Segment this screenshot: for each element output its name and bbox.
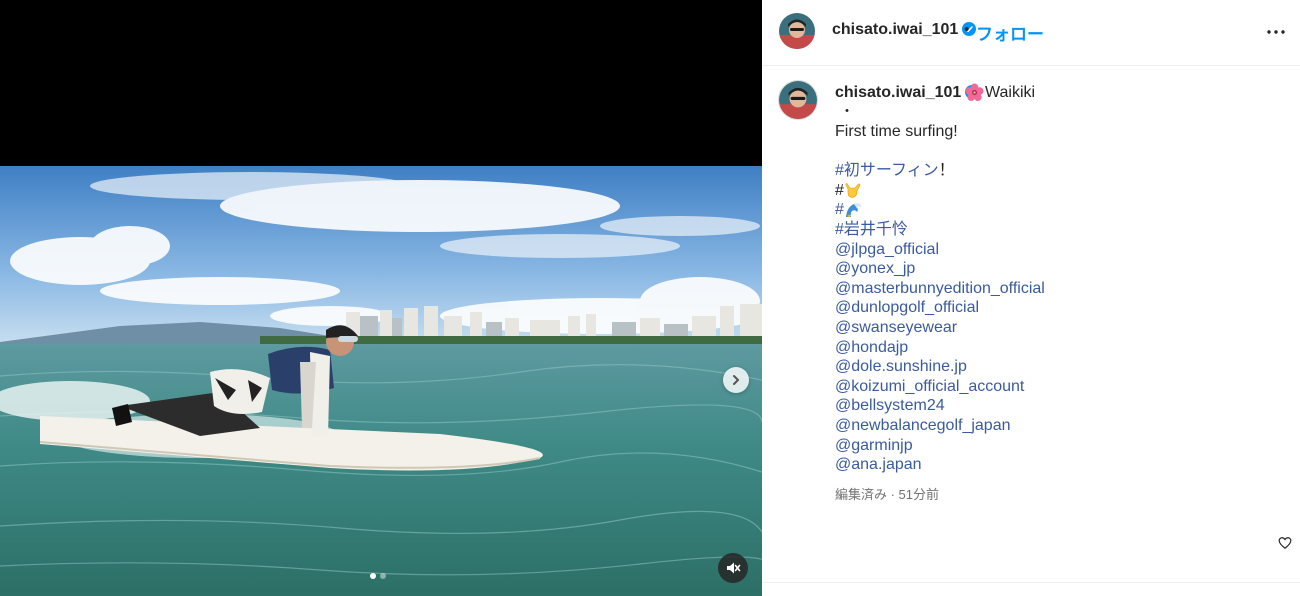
post-side-panel: chisato.iwai_101 • フォロー chisato.iwai_101… <box>762 0 1300 596</box>
like-button[interactable] <box>1278 536 1292 555</box>
separator-dot: • <box>964 21 970 38</box>
mention-link[interactable]: @koizumi_official_account <box>835 377 1275 397</box>
caption-hashtag-line: #初サーフィン！ <box>835 162 955 180</box>
location-label[interactable]: Waikiki <box>985 84 1035 102</box>
carousel-indicator <box>370 573 386 579</box>
header-username[interactable]: chisato.iwai_101 <box>832 21 977 39</box>
hashtag-link[interactable]: # <box>835 181 844 201</box>
carousel-dot-1 <box>370 573 376 579</box>
avatar[interactable] <box>779 13 815 49</box>
surfing-photo <box>0 166 762 596</box>
hashtag-link[interactable]: #岩井千怜 <box>835 220 1275 240</box>
heart-icon <box>1278 537 1292 549</box>
mention-link[interactable]: @bellsystem24 <box>835 396 1275 416</box>
post-header: chisato.iwai_101 • フォロー <box>762 0 1300 66</box>
mention-link[interactable]: @swanseyewear <box>835 318 1275 338</box>
mention-link[interactable]: @ana.japan <box>835 455 1275 475</box>
more-options-icon <box>1267 30 1285 34</box>
wave-emoji <box>845 203 862 218</box>
muted-speaker-icon <box>727 562 741 574</box>
next-slide-button[interactable] <box>723 367 749 393</box>
caption-first-line: First time surfing! <box>835 123 958 140</box>
caption-bullet: ・ <box>840 103 854 119</box>
caption-avatar[interactable] <box>778 80 818 120</box>
post-media[interactable] <box>0 0 762 596</box>
mentions-list: @jlpga_official @yonex_jp @masterbunnyedit… <box>835 240 1275 475</box>
hibiscus-emoji <box>965 83 984 102</box>
hashtag-link[interactable]: # <box>835 200 844 220</box>
chevron-right-icon <box>733 375 739 385</box>
post-meta: 編集済み · 51分前 <box>835 487 940 502</box>
carousel-dot-2 <box>380 573 386 579</box>
caption-hashtag-line: # <box>835 200 1275 220</box>
mention-link[interactable]: @masterbunnyedition_official <box>835 279 1275 299</box>
mention-link[interactable]: @newbalancegolf_japan <box>835 416 1275 436</box>
divider <box>762 582 1300 583</box>
more-options-button[interactable] <box>1264 22 1288 42</box>
mention-link[interactable]: @dole.sunshine.jp <box>835 357 1275 377</box>
mention-link[interactable]: @garminjp <box>835 436 1275 456</box>
caption-text: First time surfing! #初サーフィン！ # # #岩井千怜 @… <box>835 122 1275 475</box>
follow-button[interactable]: フォロー <box>976 20 1044 45</box>
caption-hashtag-line: # <box>835 181 1275 201</box>
mention-link[interactable]: @hondajp <box>835 338 1275 358</box>
mention-link[interactable]: @yonex_jp <box>835 259 1275 279</box>
caption-username[interactable]: chisato.iwai_101 <box>835 84 980 102</box>
mention-link[interactable]: @jlpga_official <box>835 240 1275 260</box>
mention-link[interactable]: @dunlopgolf_official <box>835 298 1275 318</box>
shaka-hand-emoji <box>845 183 861 198</box>
mute-toggle-button[interactable] <box>718 553 748 583</box>
hashtag-link[interactable]: #初サーフィン <box>835 162 939 179</box>
